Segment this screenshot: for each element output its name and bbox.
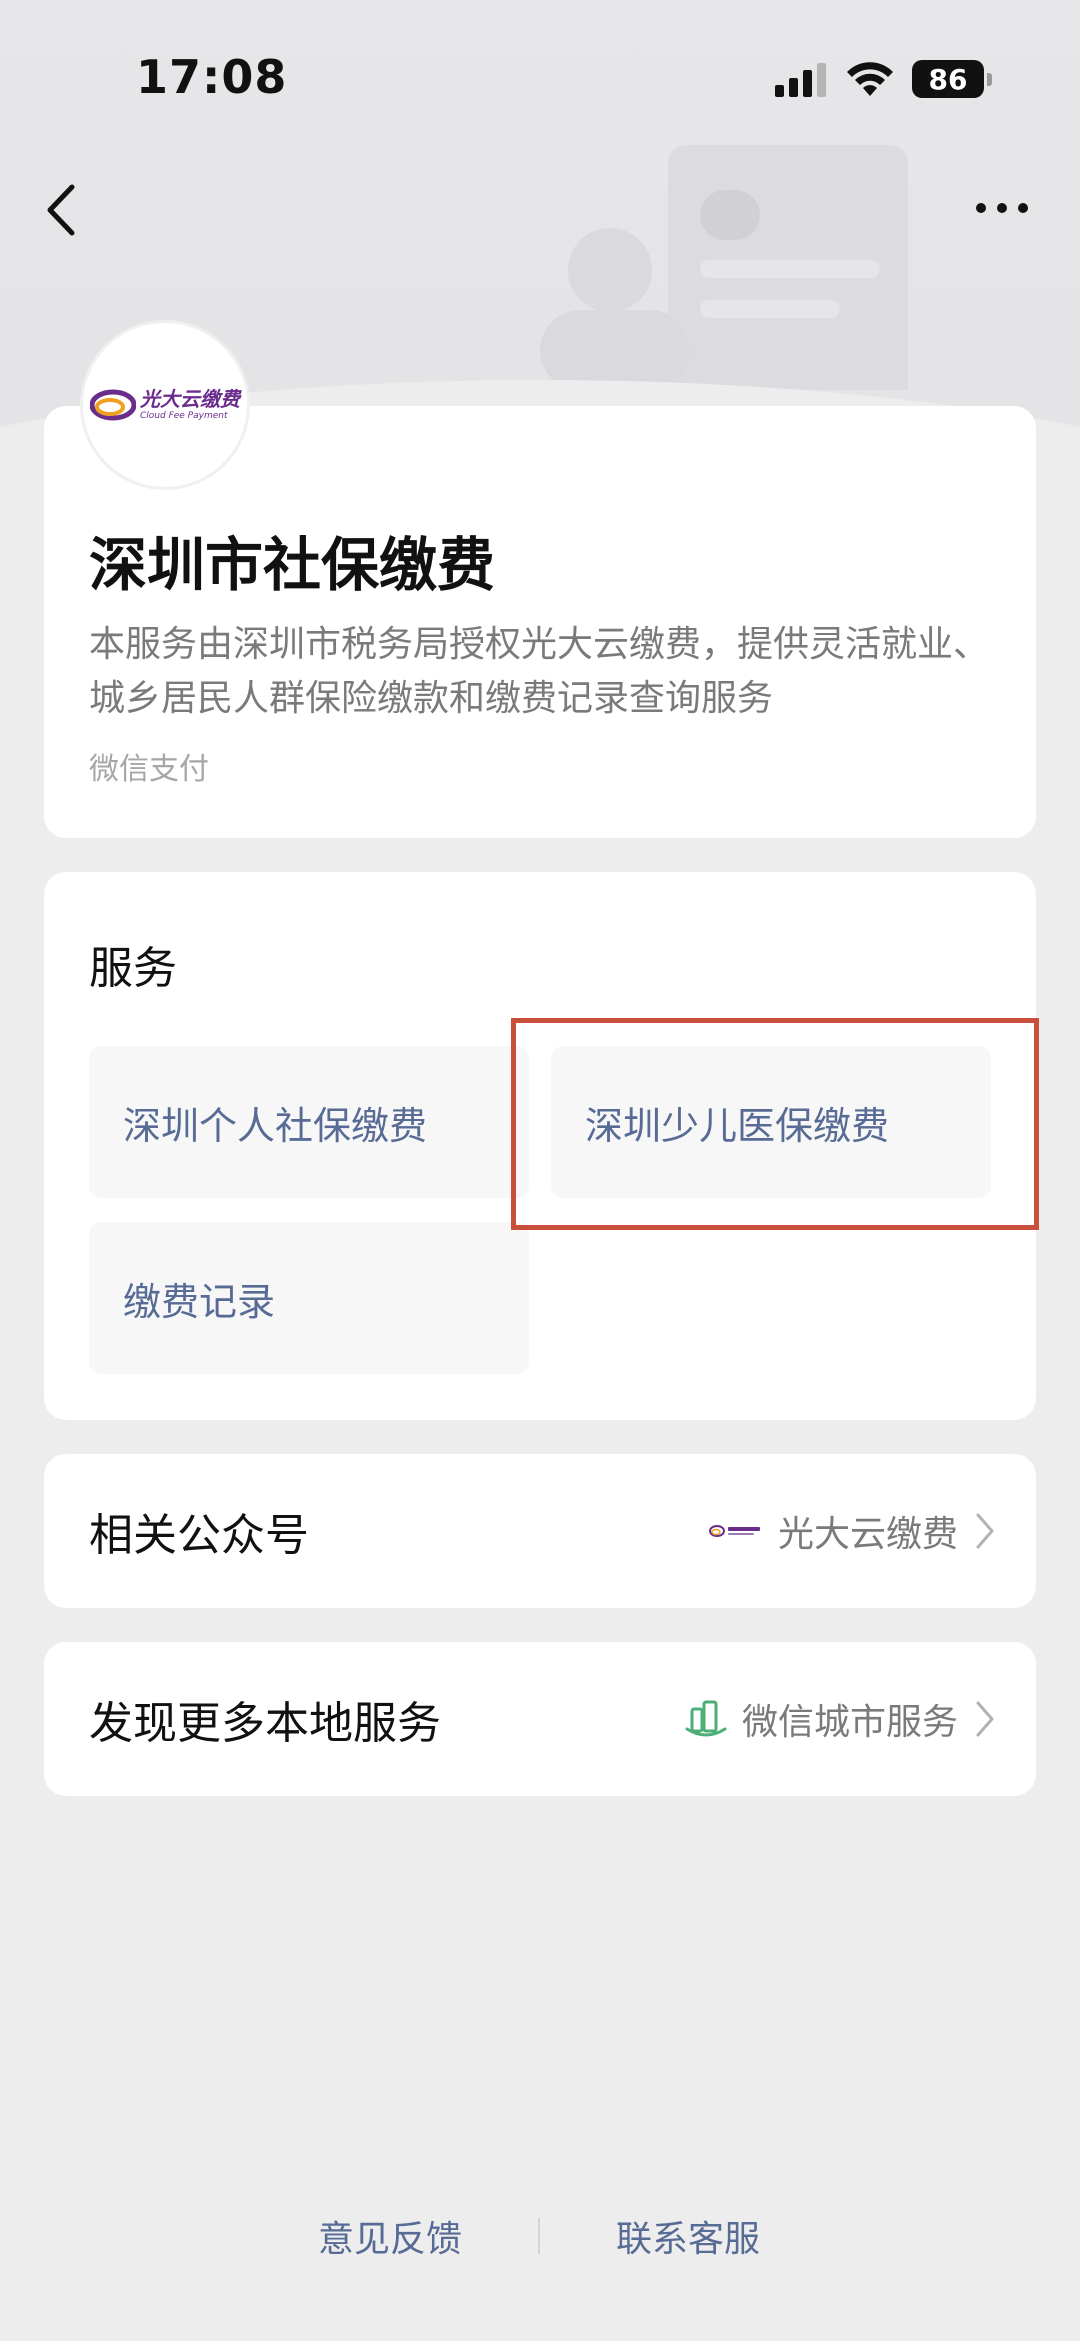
page-title: 深圳市社保缴费 bbox=[89, 531, 496, 599]
more-dots-icon bbox=[976, 203, 1028, 213]
feedback-link[interactable]: 意见反馈 bbox=[318, 2210, 462, 2262]
provider-label: 微信支付 bbox=[89, 752, 209, 787]
services-title: 服务 bbox=[89, 943, 177, 994]
app-description: 本服务由深圳市税务局授权光大云缴费，提供灵活就业、城乡居民人群保险缴款和缴费记录… bbox=[89, 624, 990, 719]
chevron-right-icon bbox=[976, 1701, 994, 1737]
app-logo: 光大云缴费 Cloud Fee Payment bbox=[80, 320, 250, 490]
highlight-box bbox=[511, 1018, 1039, 1230]
status-bar: 17:08 86 bbox=[0, 0, 1080, 150]
related-account-name: 光大云缴费 bbox=[777, 1514, 958, 1555]
footer: 意见反馈 联系客服 bbox=[0, 2200, 1080, 2260]
service-payment-records[interactable]: 缴费记录 bbox=[89, 1222, 529, 1374]
related-account-row[interactable]: 相关公众号 光大云缴费 bbox=[44, 1454, 1036, 1608]
footer-divider bbox=[538, 2218, 540, 2254]
battery-level: 86 bbox=[928, 62, 968, 96]
more-button[interactable] bbox=[972, 188, 1032, 228]
battery-icon: 86 bbox=[912, 60, 992, 98]
back-button[interactable] bbox=[40, 175, 100, 245]
service-personal-social-insurance[interactable]: 深圳个人社保缴费 bbox=[89, 1046, 529, 1198]
city-services-name: 微信城市服务 bbox=[741, 1702, 958, 1743]
service-label: 深圳个人社保缴费 bbox=[123, 1103, 428, 1148]
account-logo-icon bbox=[708, 1521, 764, 1541]
service-label: 缴费记录 bbox=[123, 1279, 276, 1324]
discover-services-row[interactable]: 发现更多本地服务 微信城市服务 bbox=[44, 1642, 1036, 1796]
logo-name-en: Cloud Fee Payment bbox=[140, 411, 228, 421]
contact-support-link[interactable]: 联系客服 bbox=[616, 2210, 760, 2262]
status-time: 17:08 bbox=[136, 50, 288, 104]
cellular-signal-icon bbox=[775, 63, 826, 97]
discover-services-label: 发现更多本地服务 bbox=[89, 1698, 441, 1749]
wifi-icon bbox=[847, 62, 893, 96]
cloud-logo-icon bbox=[90, 389, 136, 421]
logo-name-cn: 光大云缴费 bbox=[140, 387, 240, 411]
related-account-label: 相关公众号 bbox=[89, 1510, 309, 1561]
id-card-illustration bbox=[540, 145, 908, 390]
city-services-icon bbox=[684, 1699, 728, 1739]
chevron-right-icon bbox=[976, 1513, 994, 1549]
chevron-left-icon bbox=[47, 184, 75, 236]
